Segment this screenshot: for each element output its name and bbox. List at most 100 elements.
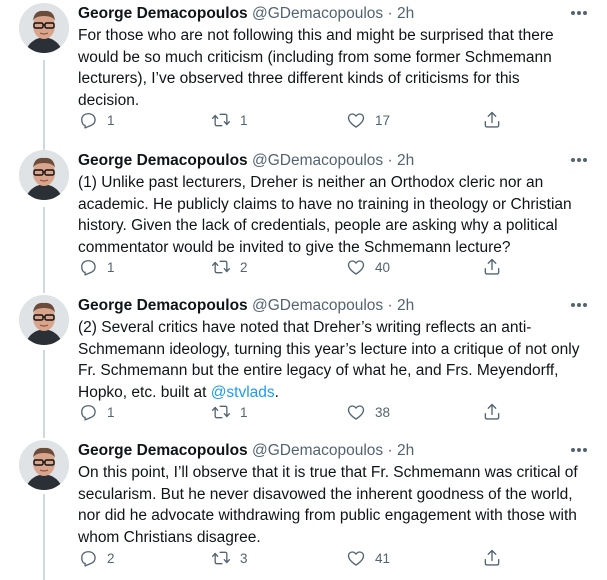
reply-icon	[81, 551, 96, 567]
retweet-button[interactable]: 1	[211, 402, 248, 422]
more-icon[interactable]	[569, 297, 589, 313]
tweet-text-line: decision.	[78, 91, 140, 109]
tweet[interactable]: George Demacopoulos @GDemacopoulos · 2h …	[0, 150, 607, 285]
timestamp[interactable]: 2h	[397, 442, 414, 459]
retweet-icon	[212, 260, 230, 274]
separator-dot: ·	[387, 442, 393, 459]
tweet-text-line: academic. He publicly claims to have no …	[78, 195, 572, 213]
tweet-text: (1) Unlike past lecturers, Dreher is nei…	[78, 172, 588, 258]
avatar[interactable]	[19, 295, 69, 345]
author-name[interactable]: George Demacopoulos	[78, 152, 248, 169]
share-button[interactable]	[482, 110, 502, 130]
share-button[interactable]	[482, 257, 502, 277]
tweet[interactable]: George Demacopoulos @GDemacopoulos · 2h …	[0, 440, 607, 575]
tweet-header: George Demacopoulos @GDemacopoulos · 2h	[78, 3, 567, 25]
retweet-icon	[212, 113, 230, 127]
reply-button[interactable]: 1	[78, 402, 115, 422]
retweet-button[interactable]: 1	[211, 110, 248, 130]
reply-count: 1	[107, 404, 115, 420]
tweet-text-line: For those who are not following this and…	[78, 27, 554, 44]
tweet-text-line: On this point, I’ll observe that it is t…	[78, 464, 578, 481]
retweet-count: 3	[240, 550, 248, 566]
more-icon[interactable]	[569, 442, 589, 458]
tweet-actions: 2 3 41	[78, 548, 518, 568]
tweet-header: George Demacopoulos @GDemacopoulos · 2h	[78, 150, 567, 172]
like-count: 17	[375, 112, 391, 128]
share-icon	[484, 111, 500, 128]
separator-dot: ·	[387, 297, 393, 314]
tweet-text: For those who are not following this and…	[78, 25, 588, 111]
mention-link[interactable]: @stvlads	[211, 384, 275, 401]
more-icon[interactable]	[569, 5, 589, 21]
author-name[interactable]: George Demacopoulos	[78, 442, 248, 459]
like-count: 40	[375, 259, 391, 275]
avatar[interactable]	[19, 150, 69, 200]
heart-icon	[347, 260, 365, 275]
author-name[interactable]: George Demacopoulos	[78, 5, 248, 22]
tweet-actions: 1 1 38	[78, 402, 518, 422]
tweet-text-line: would be so much criticism (including fr…	[78, 48, 552, 66]
retweet-count: 2	[240, 259, 248, 275]
tweet-text-line: lecturers), I’ve observed three differen…	[78, 70, 520, 87]
author-handle[interactable]: @GDemacopoulos	[252, 442, 383, 459]
share-icon	[484, 549, 500, 566]
like-button[interactable]: 41	[346, 548, 390, 568]
retweet-button[interactable]: 2	[211, 257, 248, 277]
timestamp[interactable]: 2h	[397, 5, 414, 22]
timestamp[interactable]: 2h	[397, 152, 414, 169]
share-icon	[484, 258, 500, 275]
tweet-text-fragment: .	[274, 383, 279, 401]
avatar[interactable]	[19, 3, 69, 53]
tweet-text-line: secularism. But he never disavowed the i…	[78, 485, 573, 503]
reply-count: 2	[107, 550, 115, 566]
reply-count: 1	[107, 259, 115, 275]
author-handle[interactable]: @GDemacopoulos	[252, 297, 383, 314]
tweet-actions: 1 1 17	[78, 110, 518, 130]
tweet-text-line: commentator would be invited to give the…	[78, 238, 511, 256]
tweet-header: George Demacopoulos @GDemacopoulos · 2h	[78, 440, 567, 462]
tweet-text-line: (1) Unlike past lecturers, Dreher is nei…	[78, 174, 544, 191]
retweet-icon	[212, 405, 230, 419]
tweet-thread: George Demacopoulos @GDemacopoulos · 2h …	[0, 0, 607, 580]
reply-icon	[81, 260, 96, 276]
like-button[interactable]: 40	[346, 257, 390, 277]
tweet[interactable]: George Demacopoulos @GDemacopoulos · 2h …	[0, 295, 607, 430]
like-button[interactable]: 17	[346, 110, 390, 130]
reply-icon	[81, 113, 96, 129]
retweet-icon	[212, 551, 230, 565]
heart-icon	[347, 551, 365, 566]
tweet-header: George Demacopoulos @GDemacopoulos · 2h	[78, 295, 567, 317]
heart-icon	[347, 405, 365, 420]
reply-icon	[81, 405, 96, 421]
reply-button[interactable]: 2	[78, 548, 115, 568]
share-button[interactable]	[482, 548, 502, 568]
tweet-text-line: (2) Several critics have noted that Dreh…	[78, 319, 532, 336]
retweet-count: 1	[240, 404, 248, 420]
retweet-count: 1	[240, 112, 248, 128]
tweet-text: On this point, I’ll observe that it is t…	[78, 462, 588, 548]
reply-count: 1	[107, 112, 115, 128]
separator-dot: ·	[387, 152, 393, 169]
tweet-text: (2) Several critics have noted that Dreh…	[78, 317, 588, 403]
author-handle[interactable]: @GDemacopoulos	[252, 5, 383, 22]
tweet-text-line: nor did he advocate withdrawing from pub…	[78, 507, 577, 524]
separator-dot: ·	[387, 5, 393, 22]
like-button[interactable]: 38	[346, 402, 390, 422]
heart-icon	[347, 113, 365, 128]
share-button[interactable]	[482, 402, 502, 422]
reply-button[interactable]: 1	[78, 257, 115, 277]
retweet-button[interactable]: 3	[211, 548, 248, 568]
like-count: 41	[375, 550, 391, 566]
more-icon[interactable]	[569, 152, 589, 168]
share-icon	[484, 403, 500, 420]
tweet-text-line: history. Given the lack of credentials, …	[78, 217, 558, 234]
tweet[interactable]: George Demacopoulos @GDemacopoulos · 2h …	[0, 3, 607, 138]
tweet-text-line: Hopko, etc. built at @stvlads.	[78, 382, 588, 404]
avatar[interactable]	[19, 440, 69, 490]
reply-button[interactable]: 1	[78, 110, 115, 130]
author-handle[interactable]: @GDemacopoulos	[252, 152, 383, 169]
author-name[interactable]: George Demacopoulos	[78, 297, 248, 314]
tweet-text-line: Fr. Schmemann but the entire legacy of w…	[78, 362, 559, 379]
tweet-text-line: whom Christians disagree.	[78, 528, 261, 546]
timestamp[interactable]: 2h	[397, 297, 414, 314]
